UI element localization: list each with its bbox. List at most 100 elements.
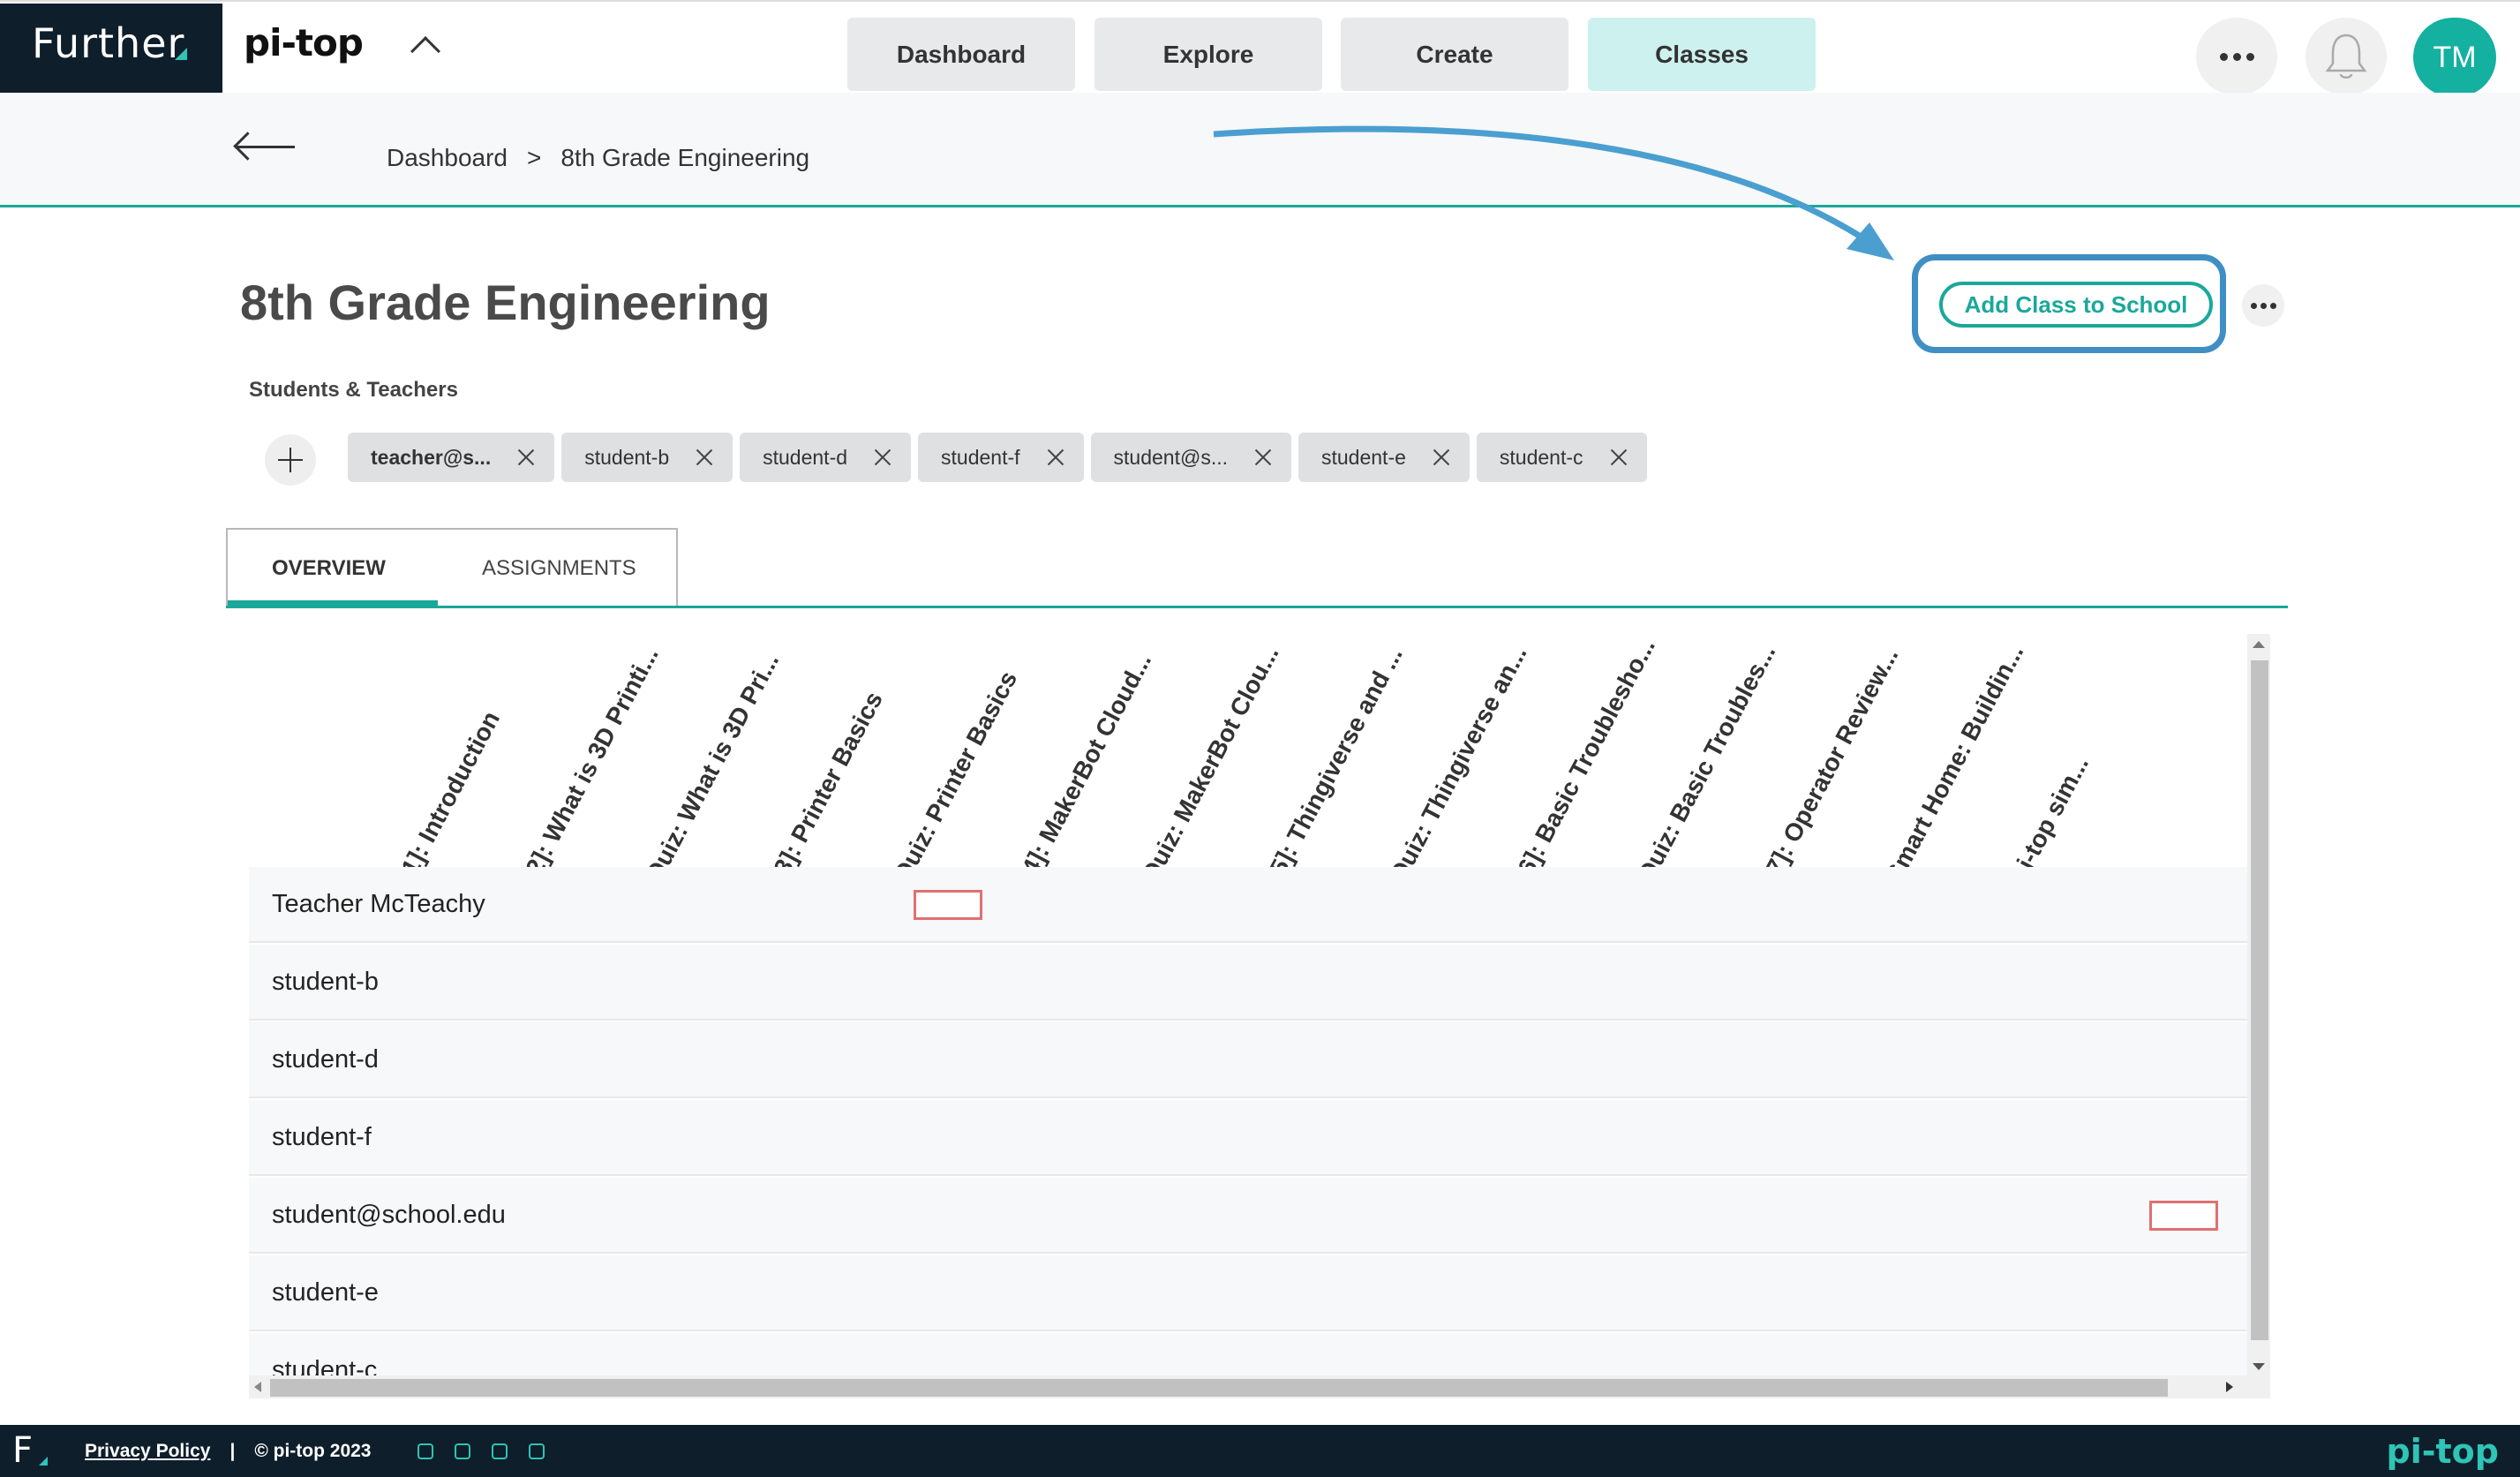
member-chip[interactable]: student-c xyxy=(1476,433,1647,482)
column-header[interactable]: [7]: Operator Review... xyxy=(1756,644,1904,888)
column-header[interactable]: [1]: Introduction xyxy=(392,706,506,887)
scroll-right-icon[interactable] xyxy=(2226,1382,2233,1392)
nav-dashboard[interactable]: Dashboard xyxy=(847,18,1075,91)
member-name: student-d xyxy=(763,445,848,469)
facebook-icon[interactable] xyxy=(491,1443,508,1459)
tabs-divider xyxy=(226,606,2288,608)
close-icon[interactable] xyxy=(1433,448,1450,466)
member-name: student-c xyxy=(1499,445,1583,469)
table-row: Teacher McTeachy xyxy=(249,867,2249,943)
breadcrumb: Dashboard > 8th Grade Engineering xyxy=(387,144,809,172)
column-header[interactable]: Quiz: What is 3D Pri... xyxy=(640,648,785,887)
highlight-ring: Add Class to School xyxy=(1912,254,2226,353)
more-menu-button[interactable] xyxy=(2196,18,2277,95)
breadcrumb-current: 8th Grade Engineering xyxy=(560,144,810,171)
member-name: student-e xyxy=(1321,445,1406,469)
member-chip[interactable]: student@s... xyxy=(1090,433,1291,482)
table-row: student-bB+ xyxy=(249,945,2249,1021)
breadcrumb-dashboard[interactable]: Dashboard xyxy=(387,144,508,172)
column-header[interactable]: Quiz: Basic Troubles... xyxy=(1632,640,1781,887)
further-logo-mark xyxy=(175,48,187,60)
student-name[interactable]: student-d xyxy=(272,1045,379,1074)
breadcrumb-separator: > xyxy=(526,144,542,171)
top-bar: Further pi-top Dashboard Explore Create … xyxy=(0,0,2520,97)
student-name[interactable]: student@school.edu xyxy=(272,1201,506,1230)
member-name: student@s... xyxy=(1113,445,1228,469)
nav-classes[interactable]: Classes xyxy=(1588,18,1816,91)
column-header[interactable]: [4]: MakerBot Cloud... xyxy=(1012,649,1157,887)
students-teachers-label: Students & Teachers xyxy=(249,378,458,402)
progress-cell-empty[interactable] xyxy=(914,890,982,920)
close-icon[interactable] xyxy=(1047,448,1064,466)
member-chip[interactable]: student-b xyxy=(561,433,733,482)
close-icon[interactable] xyxy=(696,448,713,466)
bell-icon xyxy=(2325,34,2367,79)
footer-separator: | xyxy=(229,1441,236,1461)
student-name[interactable]: student-e xyxy=(272,1278,379,1307)
pitop-logo[interactable]: pi-top xyxy=(244,21,364,64)
footer: F Privacy Policy | © pi-top 2023 pi-top xyxy=(0,1425,2520,1477)
student-name[interactable]: student-b xyxy=(272,968,379,997)
student-name[interactable]: Teacher McTeachy xyxy=(272,890,485,919)
close-icon[interactable] xyxy=(517,448,535,466)
further-logo-text: Further xyxy=(32,19,185,67)
social-icons xyxy=(417,1443,545,1459)
scroll-up-icon[interactable] xyxy=(2253,641,2265,648)
scroll-down-icon[interactable] xyxy=(2253,1363,2265,1370)
close-icon[interactable] xyxy=(874,448,891,466)
vertical-scrollbar[interactable] xyxy=(2247,634,2270,1383)
tab-overview[interactable]: OVERVIEW xyxy=(272,556,386,581)
column-header[interactable]: [2]: What is 3D Printi... xyxy=(516,643,665,887)
close-icon[interactable] xyxy=(1254,448,1272,466)
class-options-button[interactable] xyxy=(2242,284,2284,327)
footer-links: Privacy Policy | © pi-top 2023 xyxy=(85,1441,545,1462)
student-name[interactable]: student-f xyxy=(272,1123,372,1152)
progress-grid: [1]: Introduction [2]: What is 3D Printi.… xyxy=(249,634,2270,1398)
column-header[interactable]: [5]: Thingiverse and ... xyxy=(1260,643,1409,887)
avatar[interactable]: TM xyxy=(2413,18,2496,97)
close-icon[interactable] xyxy=(1610,448,1628,466)
add-member-button[interactable] xyxy=(265,434,316,486)
member-chip[interactable]: teacher@s... xyxy=(348,433,555,482)
nav-create[interactable]: Create xyxy=(1341,18,1568,91)
table-row: student-dB xyxy=(249,1022,2249,1098)
tab-assignments[interactable]: ASSIGNMENTS xyxy=(482,556,636,581)
member-chip[interactable]: student-e xyxy=(1298,433,1470,482)
further-logo[interactable]: Further xyxy=(0,4,222,94)
nav-explore[interactable]: Explore xyxy=(1095,18,1322,91)
add-class-to-school-button[interactable]: Add Class to School xyxy=(1939,282,2213,328)
member-chips: teacher@s... student-b student-d student… xyxy=(348,433,1647,482)
tabs: OVERVIEW ASSIGNMENTS xyxy=(226,528,678,606)
column-header[interactable]: Quiz: Printer Basics xyxy=(888,667,1023,887)
scroll-thumb[interactable] xyxy=(2251,660,2268,1340)
column-header[interactable]: [6]: Basic Troublesho... xyxy=(1508,634,1661,887)
scroll-left-icon[interactable] xyxy=(254,1382,261,1392)
member-chip[interactable]: student-f xyxy=(918,433,1084,482)
member-name: teacher@s... xyxy=(371,445,492,469)
column-header[interactable]: Quiz: Thingiverse an... xyxy=(1384,641,1532,887)
table-row: student-f xyxy=(249,1100,2249,1176)
member-chip[interactable]: student-d xyxy=(740,433,912,482)
pitop-icon[interactable] xyxy=(528,1443,545,1459)
column-header[interactable]: Smart Home: Buildin... xyxy=(1880,640,2029,887)
twitter-icon[interactable] xyxy=(454,1443,470,1459)
chevron-up-icon[interactable] xyxy=(410,36,440,66)
progress-cell-empty[interactable] xyxy=(2149,1201,2218,1231)
back-arrow-icon[interactable] xyxy=(235,146,295,148)
footer-logo[interactable]: F xyxy=(12,1430,33,1471)
breadcrumb-bar: Dashboard > 8th Grade Engineering xyxy=(0,93,2520,207)
more-icon xyxy=(2250,302,2276,309)
member-name: student-b xyxy=(584,445,670,469)
footer-brand[interactable]: pi-top xyxy=(2387,1432,2499,1471)
column-header[interactable]: Quiz: MakerBot Clou... xyxy=(1136,641,1284,887)
horizontal-scrollbar[interactable] xyxy=(249,1375,2270,1398)
privacy-policy-link[interactable]: Privacy Policy xyxy=(85,1441,210,1462)
column-header[interactable]: [3]: Printer Basics xyxy=(764,687,889,887)
copyright: © pi-top 2023 xyxy=(254,1441,372,1461)
notifications-button[interactable] xyxy=(2306,18,2387,95)
table-row: student@school.eduB+ xyxy=(249,1178,2249,1254)
member-name: student-f xyxy=(941,445,1020,469)
scroll-thumb[interactable] xyxy=(270,1379,2168,1397)
instagram-icon[interactable] xyxy=(417,1443,433,1459)
page-title: 8th Grade Engineering xyxy=(240,275,771,330)
